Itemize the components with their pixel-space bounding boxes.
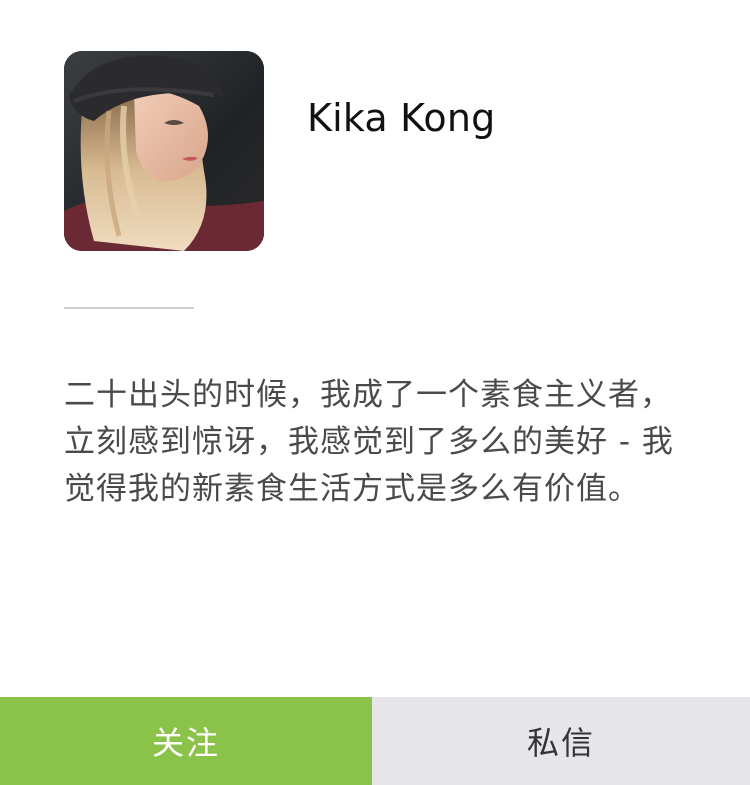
- bio-line: 立刻感到惊讶，我感觉到了多么的美好 - 我: [64, 424, 674, 460]
- bio-line: 二十出头的时候，我成了一个素食主义者，: [64, 377, 672, 413]
- message-button[interactable]: 私信: [372, 697, 750, 785]
- profile-name: Kika Kong: [307, 96, 496, 140]
- avatar-photo: [64, 51, 264, 251]
- bio-line: 觉得我的新素食生活方式是多么有价值。: [64, 471, 640, 507]
- avatar[interactable]: [64, 51, 264, 251]
- bio-text: 二十出头的时候，我成了一个素食主义者， 立刻感到惊讶，我感觉到了多么的美好 - …: [64, 372, 694, 513]
- follow-button[interactable]: 关注: [0, 697, 372, 785]
- action-bar: 关注 私信: [0, 697, 750, 785]
- divider: [64, 307, 194, 309]
